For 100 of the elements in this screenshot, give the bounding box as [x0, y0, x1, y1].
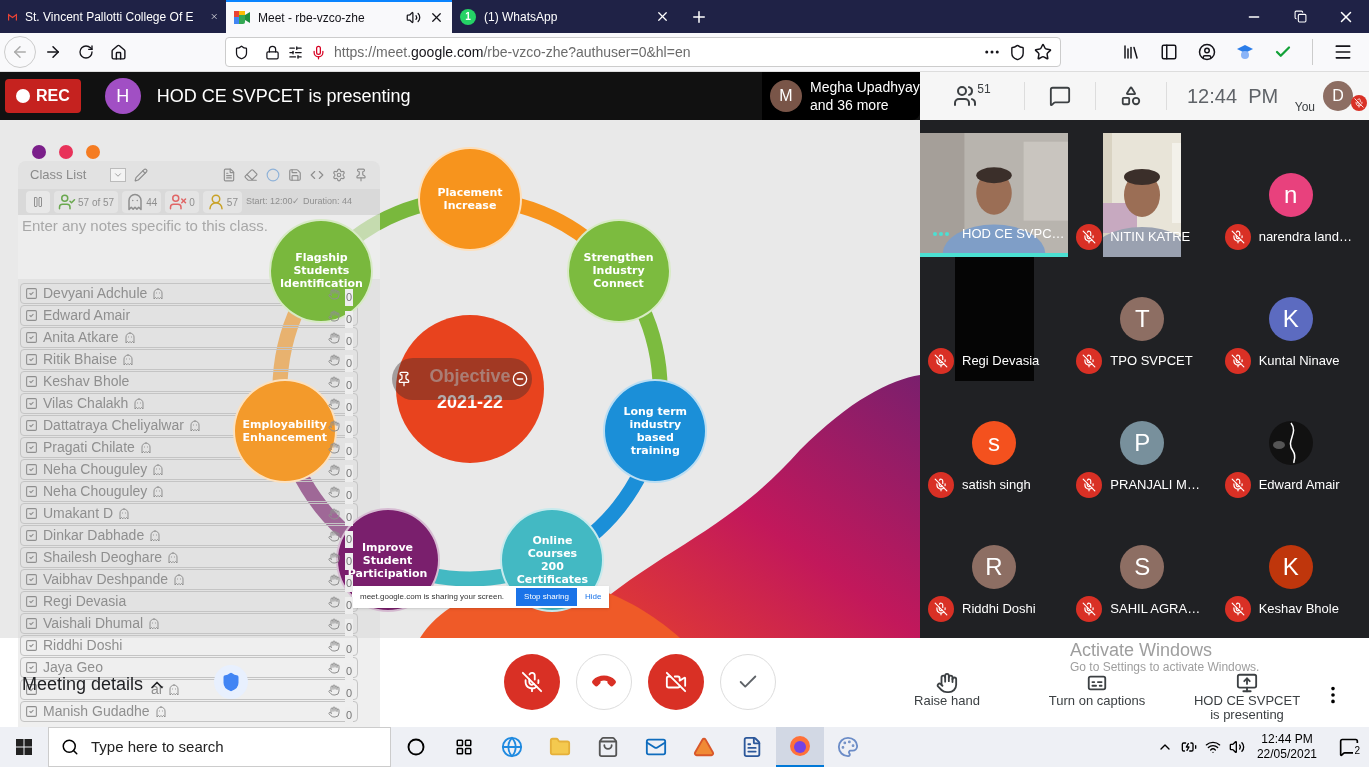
sidebar-icon[interactable]: [1160, 43, 1178, 61]
save-icon[interactable]: [288, 168, 302, 182]
avatar: K: [1268, 545, 1313, 589]
windows-logo-icon[interactable]: [16, 739, 32, 755]
leave-call-button[interactable]: [576, 654, 632, 710]
library-icon[interactable]: [1122, 43, 1140, 61]
hand-count: 0: [344, 289, 353, 306]
tab-title: St. Vincent Pallotti College Of E: [25, 8, 194, 26]
microphone-icon[interactable]: [311, 44, 326, 60]
hand-count: 0: [344, 333, 353, 350]
hand-count: 0: [344, 311, 353, 328]
pin-icon[interactable]: [396, 371, 412, 387]
hide-link[interactable]: Hide: [585, 591, 602, 603]
settings-icon[interactable]: [332, 168, 346, 182]
hand-count: 0: [344, 575, 353, 592]
restore-icon[interactable]: [1293, 10, 1307, 23]
attendee-name: Dinkar Dabhade: [43, 526, 145, 545]
checkbox-icon[interactable]: [25, 441, 38, 454]
shield-icon[interactable]: [234, 44, 249, 60]
close-icon[interactable]: [429, 10, 444, 25]
hand-icon: [327, 617, 340, 630]
participant-tile[interactable]: n narendra land…: [1216, 133, 1365, 257]
participant-tile[interactable]: s satish singh: [920, 381, 1068, 505]
action-button[interactable]: Raise hand: [872, 672, 1022, 708]
checkbox-icon[interactable]: [25, 661, 38, 674]
chat-icon[interactable]: [1049, 85, 1071, 107]
document-icon[interactable]: [222, 168, 236, 182]
camera-button[interactable]: [648, 654, 704, 710]
security-shield-icon[interactable]: [214, 665, 248, 699]
permissions-icon[interactable]: [288, 44, 303, 60]
participant-tile[interactable]: K Keshav Bhole: [1216, 505, 1365, 629]
minus-icon[interactable]: [512, 371, 528, 387]
activities-icon[interactable]: [1120, 85, 1142, 107]
browser-tab[interactable]: St. Vincent Pallotti College Of E: [0, 0, 226, 33]
checkbox-icon[interactable]: [25, 287, 38, 300]
store-icon: [597, 736, 619, 758]
user-icon: [206, 193, 225, 211]
checkbox-icon[interactable]: [25, 617, 38, 630]
checkbox-icon[interactable]: [25, 639, 38, 652]
checkbox-icon[interactable]: [25, 573, 38, 586]
battery-icon[interactable]: [1180, 739, 1197, 755]
reload-icon[interactable]: [78, 44, 94, 60]
speaker-icon[interactable]: [406, 10, 421, 25]
forward-icon[interactable]: [44, 43, 62, 61]
hand-icon: [327, 573, 340, 586]
checkbox-icon[interactable]: [25, 595, 38, 608]
checkbox-icon[interactable]: [25, 331, 38, 344]
participant-tile[interactable]: P PRANJALI M…: [1068, 381, 1217, 505]
bookmark-star-icon[interactable]: [1034, 43, 1052, 61]
checkbox-icon[interactable]: [25, 507, 38, 520]
home-icon[interactable]: [110, 43, 127, 61]
taskbar-search-field[interactable]: Type here to search: [48, 727, 391, 767]
checkbox-icon[interactable]: [25, 463, 38, 476]
microphone-button[interactable]: [504, 654, 560, 710]
participant-tile[interactable]: T TPO SVPCET: [1068, 257, 1217, 381]
lock-icon[interactable]: [265, 44, 280, 60]
browser-tab[interactable]: 1 (1) WhatsApp: [452, 0, 678, 33]
stop-sharing-button[interactable]: Stop sharing: [516, 588, 577, 606]
checkbox-icon[interactable]: [25, 309, 38, 322]
browser-tab[interactable]: Meet - rbe-vzco-zhe: [226, 0, 452, 33]
menu-icon[interactable]: [1333, 42, 1353, 62]
check-button[interactable]: [720, 654, 776, 710]
pause-icon: [32, 196, 44, 208]
pause-button[interactable]: [26, 191, 50, 213]
hand-icon: [327, 639, 340, 652]
account-icon[interactable]: [1198, 43, 1216, 61]
checkbox-icon[interactable]: [25, 397, 38, 410]
participant-tile[interactable]: Edward Amair: [1216, 381, 1365, 505]
participant-name: Edward Amair: [1258, 476, 1340, 495]
checkbox-icon[interactable]: [25, 485, 38, 498]
attendee-name: Vaishali Dhumal: [43, 614, 144, 633]
joined-panel[interactable]: M Megha Upadhyay and 36 more: [762, 72, 920, 120]
action-button[interactable]: HOD CE SVPCET is presenting: [1172, 672, 1322, 722]
participant-tile[interactable]: Regi Devasia: [920, 257, 1068, 381]
attendee-name: Vilas Chalakh: [43, 394, 129, 413]
people-icon[interactable]: [953, 84, 978, 108]
participant-tile[interactable]: S SAHIL AGRA…: [1068, 505, 1217, 629]
avatar: P: [1120, 421, 1165, 465]
checkbox-icon[interactable]: [25, 529, 38, 542]
hand-count: 0: [344, 597, 353, 614]
html-icon[interactable]: [310, 168, 324, 182]
hand-count: 0: [344, 377, 353, 394]
participant-tile[interactable]: K Kuntal Ninave: [1216, 257, 1365, 381]
graduation-cap-icon[interactable]: [1236, 44, 1254, 60]
tray-date: 22/05/2021: [1256, 747, 1317, 762]
checkbox-icon[interactable]: [25, 353, 38, 366]
address-bar[interactable]: https://meet.google.com/rbe-vzco-zhe?authuser=0&hl=en: [225, 37, 1061, 67]
wifi-icon[interactable]: [1204, 739, 1221, 755]
attendee-name: Regi Devasia: [43, 592, 127, 611]
checkbox-icon[interactable]: [25, 551, 38, 564]
checkbox-icon[interactable]: [25, 419, 38, 432]
checkbox-icon[interactable]: [25, 375, 38, 388]
attendee-name: ar: [151, 680, 164, 699]
present-screen-icon: [1236, 672, 1258, 694]
participant-tile[interactable]: R Riddhi Doshi: [920, 505, 1068, 629]
close-icon[interactable]: [655, 9, 670, 24]
volume-icon[interactable]: [1228, 739, 1245, 755]
checkbox-icon[interactable]: [25, 705, 38, 718]
checkbox-icon[interactable]: [25, 683, 38, 696]
hand-icon: [327, 595, 340, 608]
